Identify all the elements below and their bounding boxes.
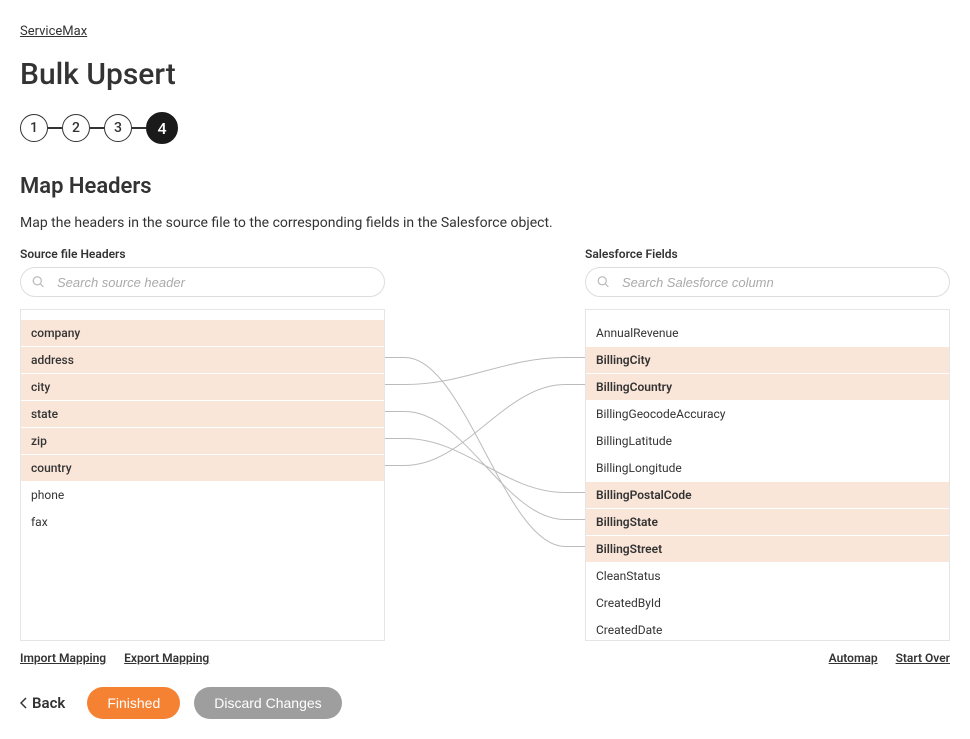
list-item[interactable]: CreatedDate (586, 617, 949, 641)
target-search-input[interactable] (585, 267, 950, 297)
back-button[interactable]: Back (20, 694, 65, 712)
step-2[interactable]: 2 (62, 114, 90, 142)
list-item[interactable]: BillingCountry (586, 374, 949, 401)
list-item[interactable]: BillingLatitude (586, 428, 949, 455)
section-description: Map the headers in the source file to th… (20, 215, 950, 231)
search-icon (597, 276, 610, 289)
source-list: companyaddresscitystatezipcountryphonefa… (20, 309, 385, 641)
target-list: AnnualRevenueBillingCityBillingCountryBi… (585, 309, 950, 641)
startover-link[interactable]: Start Over (896, 651, 950, 665)
target-label: Salesforce Fields (585, 247, 950, 261)
list-item[interactable]: city (21, 374, 384, 401)
search-icon (32, 276, 45, 289)
automap-link[interactable]: Automap (829, 651, 878, 665)
step-connector (132, 127, 146, 129)
source-label: Source file Headers (20, 247, 385, 261)
list-item[interactable]: BillingLongitude (586, 455, 949, 482)
step-connector (90, 127, 104, 129)
source-search-input[interactable] (20, 267, 385, 297)
page-title: Bulk Upsert (20, 57, 950, 92)
list-item[interactable]: company (21, 320, 384, 347)
list-item[interactable]: address (21, 347, 384, 374)
source-column: Source file Headers companyaddresscityst… (20, 247, 385, 665)
list-item[interactable]: BillingStreet (586, 536, 949, 563)
list-item[interactable]: BillingState (586, 509, 949, 536)
footer-actions: Back Finished Discard Changes (20, 687, 950, 719)
step-connector (48, 127, 62, 129)
step-4[interactable]: 4 (146, 112, 178, 144)
list-item[interactable]: CreatedById (586, 590, 949, 617)
step-3[interactable]: 3 (104, 114, 132, 142)
list-item[interactable]: fax (21, 509, 384, 536)
breadcrumb[interactable]: ServiceMax (20, 24, 87, 39)
mapping-connectors (385, 307, 585, 639)
list-item[interactable]: BillingGeocodeAccuracy (586, 401, 949, 428)
import-mapping-link[interactable]: Import Mapping (20, 651, 106, 665)
list-item[interactable]: BillingCity (586, 347, 949, 374)
list-item[interactable]: CleanStatus (586, 563, 949, 590)
list-item[interactable]: AnnualRevenue (586, 320, 949, 347)
section-title: Map Headers (20, 174, 950, 199)
list-item[interactable]: state (21, 401, 384, 428)
discard-button[interactable]: Discard Changes (194, 687, 341, 719)
list-item[interactable]: phone (21, 482, 384, 509)
list-item[interactable]: country (21, 455, 384, 482)
chevron-left-icon (20, 697, 28, 709)
list-item[interactable]: BillingPostalCode (586, 482, 949, 509)
export-mapping-link[interactable]: Export Mapping (124, 651, 209, 665)
list-item[interactable]: zip (21, 428, 384, 455)
finished-button[interactable]: Finished (87, 687, 180, 719)
step-1[interactable]: 1 (20, 114, 48, 142)
stepper: 1 2 3 4 (20, 112, 950, 144)
back-label: Back (32, 694, 65, 712)
target-column: Salesforce Fields AnnualRevenueBillingCi… (585, 247, 950, 665)
